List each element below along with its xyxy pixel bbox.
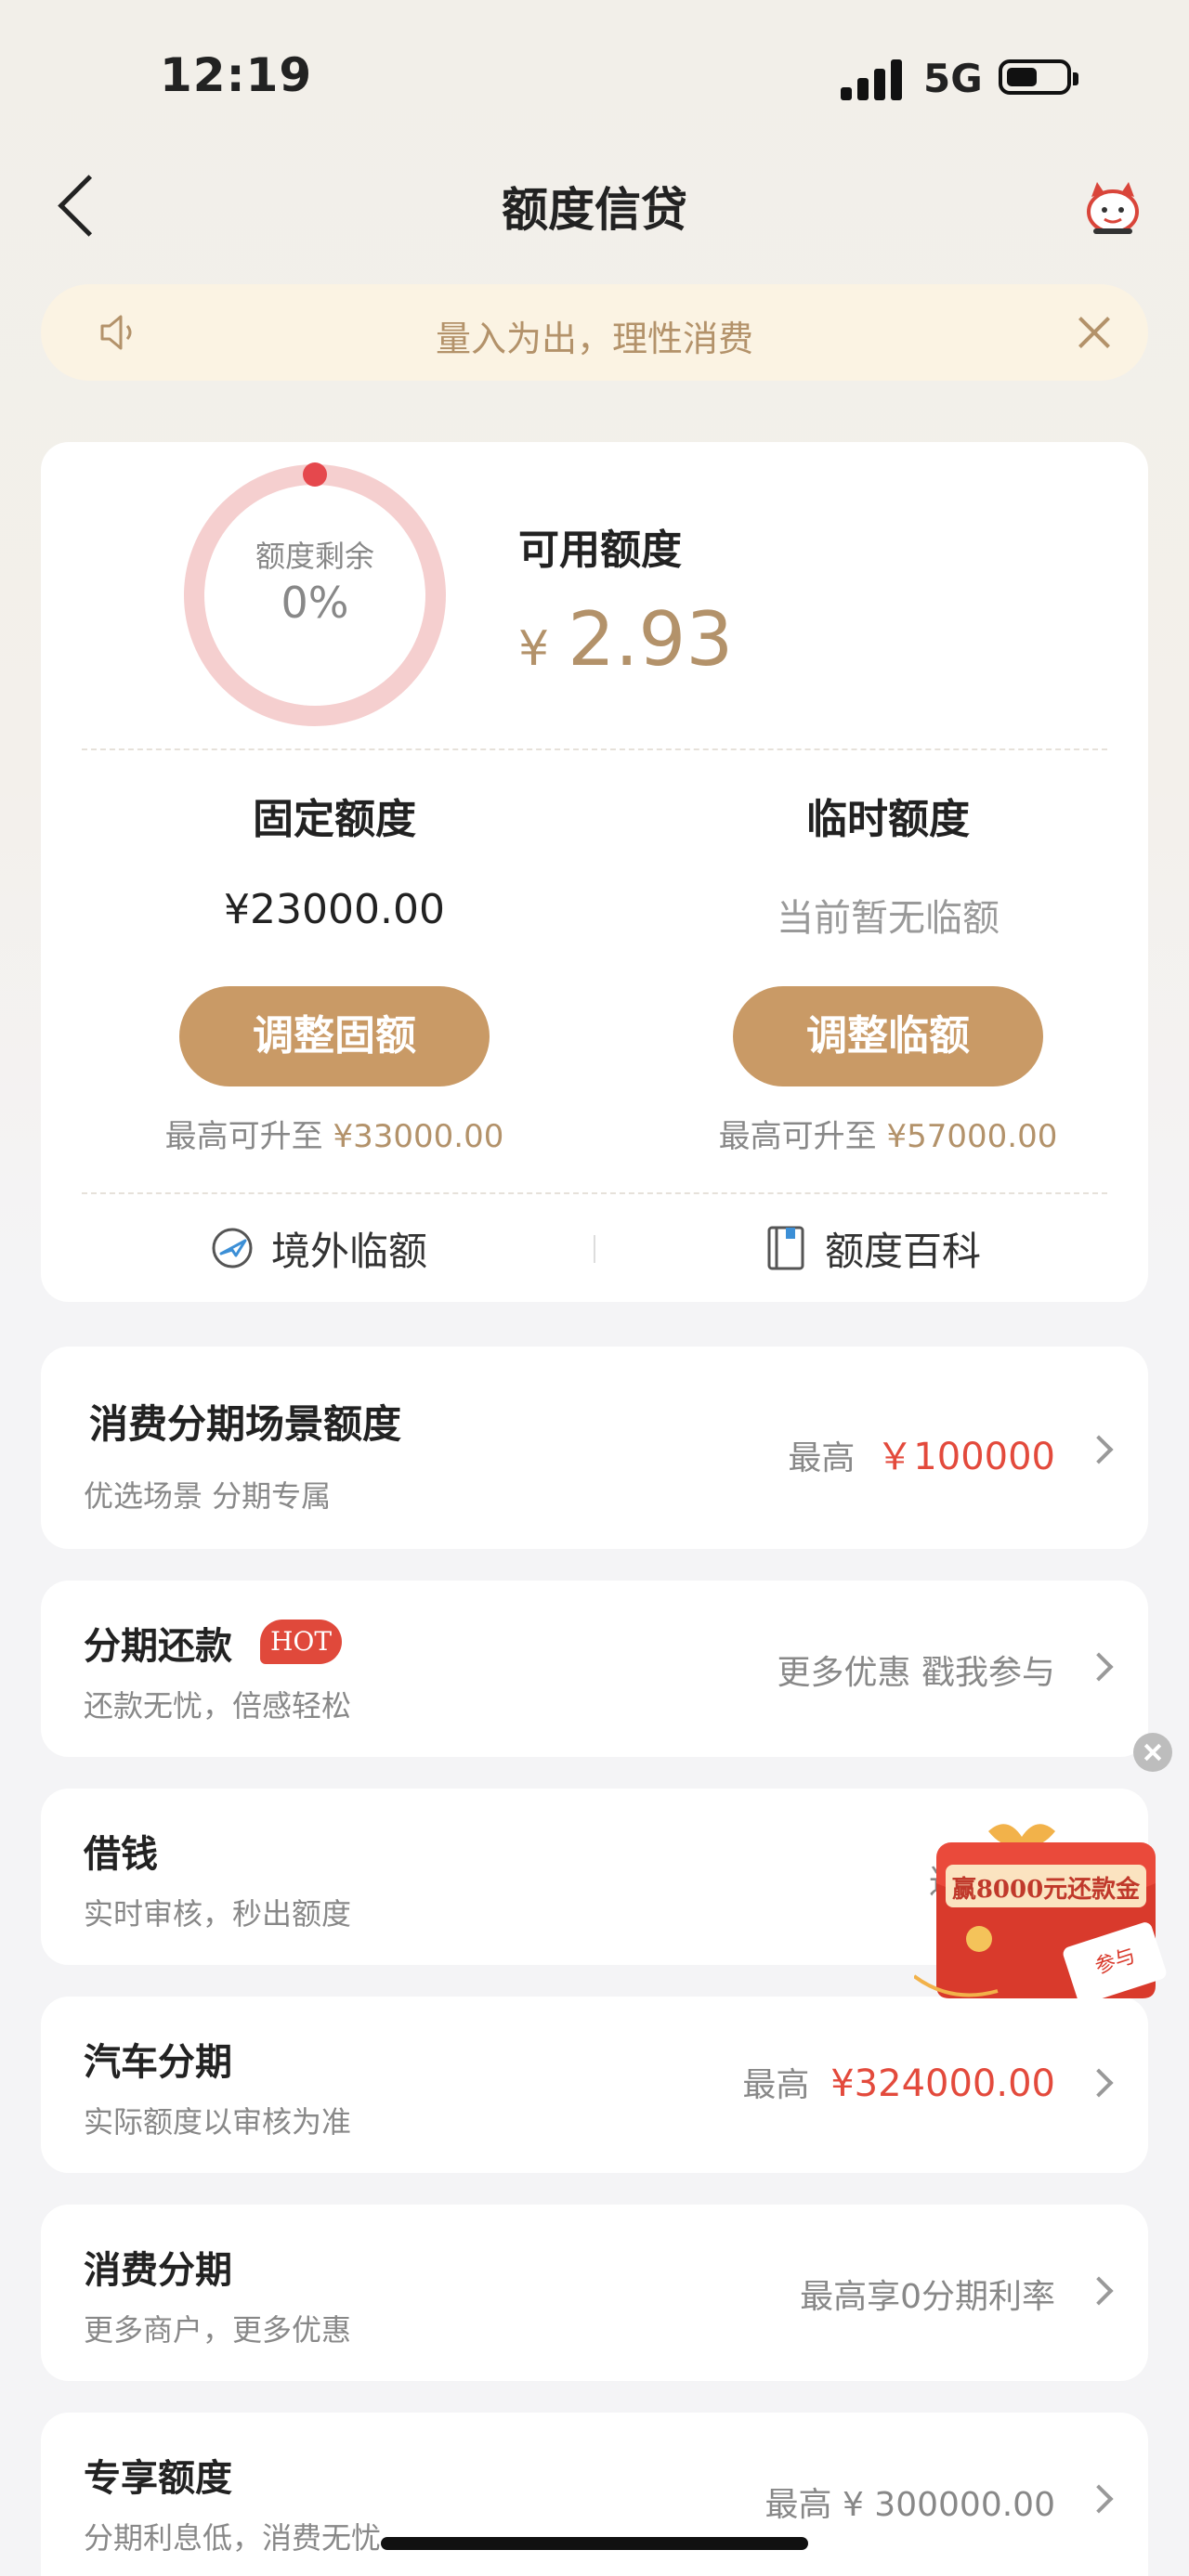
quota-wiki-link[interactable]: 额度百科 xyxy=(762,1222,981,1274)
adjust-fixed-button[interactable]: 调整固额 xyxy=(179,986,490,1086)
chevron-right-icon xyxy=(1084,2068,1114,2098)
note-prefix: 最高可升至 xyxy=(164,1118,323,1155)
row-subtitle: 实际额度以审核为准 xyxy=(84,2104,352,2140)
status-time: 12:19 xyxy=(160,48,313,102)
row-title: 汽车分期 xyxy=(84,2041,232,2084)
row-right-text: 最高 ¥324000.00 xyxy=(742,2058,1055,2106)
fixed-upgrade-note: 最高可升至 ¥33000.00 xyxy=(74,1111,594,1156)
right-amount: ¥324000.00 xyxy=(830,2062,1055,2105)
promo-text: 赢8000元还款金 xyxy=(951,1876,1141,1904)
row-subtitle: 实时审核，秒出额度 xyxy=(84,1896,352,1932)
chevron-right-icon xyxy=(1084,2484,1114,2514)
row-subtitle: 分期利息低，消费无忧 xyxy=(84,2520,382,2556)
fixed-title: 固定额度 xyxy=(253,796,416,843)
row-right-text: 最高 ￥100000 xyxy=(788,1426,1055,1480)
overseas-temp-link[interactable]: 境外临额 xyxy=(208,1222,427,1274)
remaining-percent: 0% xyxy=(281,578,349,628)
chevron-right-icon xyxy=(1084,1652,1114,1682)
promo-red-envelope[interactable]: 赢8000元还款金 参与 xyxy=(914,1818,1183,2023)
hot-badge: HOT xyxy=(260,1620,342,1664)
row-title: 分期还款 xyxy=(84,1625,232,1668)
adjust-temp-button[interactable]: 调整临额 xyxy=(733,986,1043,1086)
notice-text: 量入为出，理性消费 xyxy=(435,319,753,359)
page-title: 额度信贷 xyxy=(502,183,687,237)
temp-title: 临时额度 xyxy=(806,796,970,843)
mascot-service-icon[interactable] xyxy=(1082,178,1143,236)
chevron-right-icon xyxy=(1084,2276,1114,2306)
row-right-text: 最高享0分期利率 xyxy=(800,2278,1055,2316)
list-row-exclusive-quota[interactable]: 专享额度 分期利息低，消费无忧 最高 ¥ 300000.00 xyxy=(41,2413,1148,2576)
promo-close-icon[interactable] xyxy=(1133,1733,1172,1772)
row-title: 借钱 xyxy=(84,1833,158,1876)
list-row-installment-repay[interactable]: 分期还款 HOT 还款无忧，倍感轻松 更多优惠 戳我参与 xyxy=(41,1581,1148,1757)
list-row-car-loan[interactable]: 汽车分期 实际额度以审核为准 最高 ¥324000.00 xyxy=(41,1997,1148,2173)
link-divider xyxy=(594,1235,595,1263)
list-row-scene-quota[interactable]: 消费分期场景额度 优选场景 分期专属 最高 ￥100000 xyxy=(41,1347,1148,1549)
network-label: 5G xyxy=(923,56,983,101)
right-prefix: 最高 xyxy=(788,1439,856,1477)
red-envelope-icon xyxy=(914,1824,1167,2004)
row-title: 消费分期 xyxy=(84,2249,232,2292)
battery-icon xyxy=(999,59,1078,95)
right-amount: ￥100000 xyxy=(876,1436,1055,1478)
available-amount: ¥2.93 xyxy=(518,596,733,683)
note-amount: ¥33000.00 xyxy=(333,1118,504,1155)
available-label: 可用额度 xyxy=(518,527,682,574)
row-right-text: 最高 ¥ 300000.00 xyxy=(764,2486,1055,2524)
ring-label: 额度剩余 xyxy=(255,539,374,574)
row-title: 专享额度 xyxy=(84,2457,232,2500)
link-label: 境外临额 xyxy=(271,1228,428,1274)
row-subtitle: 还款无忧，倍感轻松 xyxy=(84,1688,352,1724)
divider xyxy=(82,748,1107,750)
notice-bar: 量入为出，理性消费 xyxy=(41,284,1148,381)
chevron-right-icon xyxy=(1084,1435,1114,1464)
row-right-text: 更多优惠 戳我参与 xyxy=(777,1654,1055,1692)
currency-symbol: ¥ xyxy=(518,621,550,677)
divider xyxy=(82,1192,1107,1194)
right-prefix: 最高 xyxy=(742,2066,810,2104)
available-value: 2.93 xyxy=(568,596,734,683)
temp-value: 当前暂无临额 xyxy=(777,897,1000,940)
home-indicator[interactable] xyxy=(381,2537,808,2550)
note-prefix: 最高可升至 xyxy=(718,1118,877,1155)
row-subtitle: 优选场景 分期专属 xyxy=(84,1478,332,1514)
signal-icon xyxy=(841,59,906,100)
book-icon xyxy=(767,1226,804,1270)
link-label: 额度百科 xyxy=(825,1228,982,1274)
close-icon[interactable] xyxy=(1074,312,1115,353)
note-amount: ¥57000.00 xyxy=(886,1118,1058,1155)
row-subtitle: 更多商户，更多优惠 xyxy=(84,2312,352,2348)
quota-card: 额度剩余 0% 可用额度 ¥2.93 固定额度 临时额度 ¥23000.00 当… xyxy=(41,442,1148,1302)
list-row-consumer-installment[interactable]: 消费分期 更多商户，更多优惠 最高享0分期利率 xyxy=(41,2205,1148,2381)
fixed-value: ¥23000.00 xyxy=(224,886,445,933)
plane-globe-icon xyxy=(212,1228,253,1268)
temp-upgrade-note: 最高可升至 ¥57000.00 xyxy=(628,1111,1148,1156)
row-title: 消费分期场景额度 xyxy=(89,1401,402,1447)
